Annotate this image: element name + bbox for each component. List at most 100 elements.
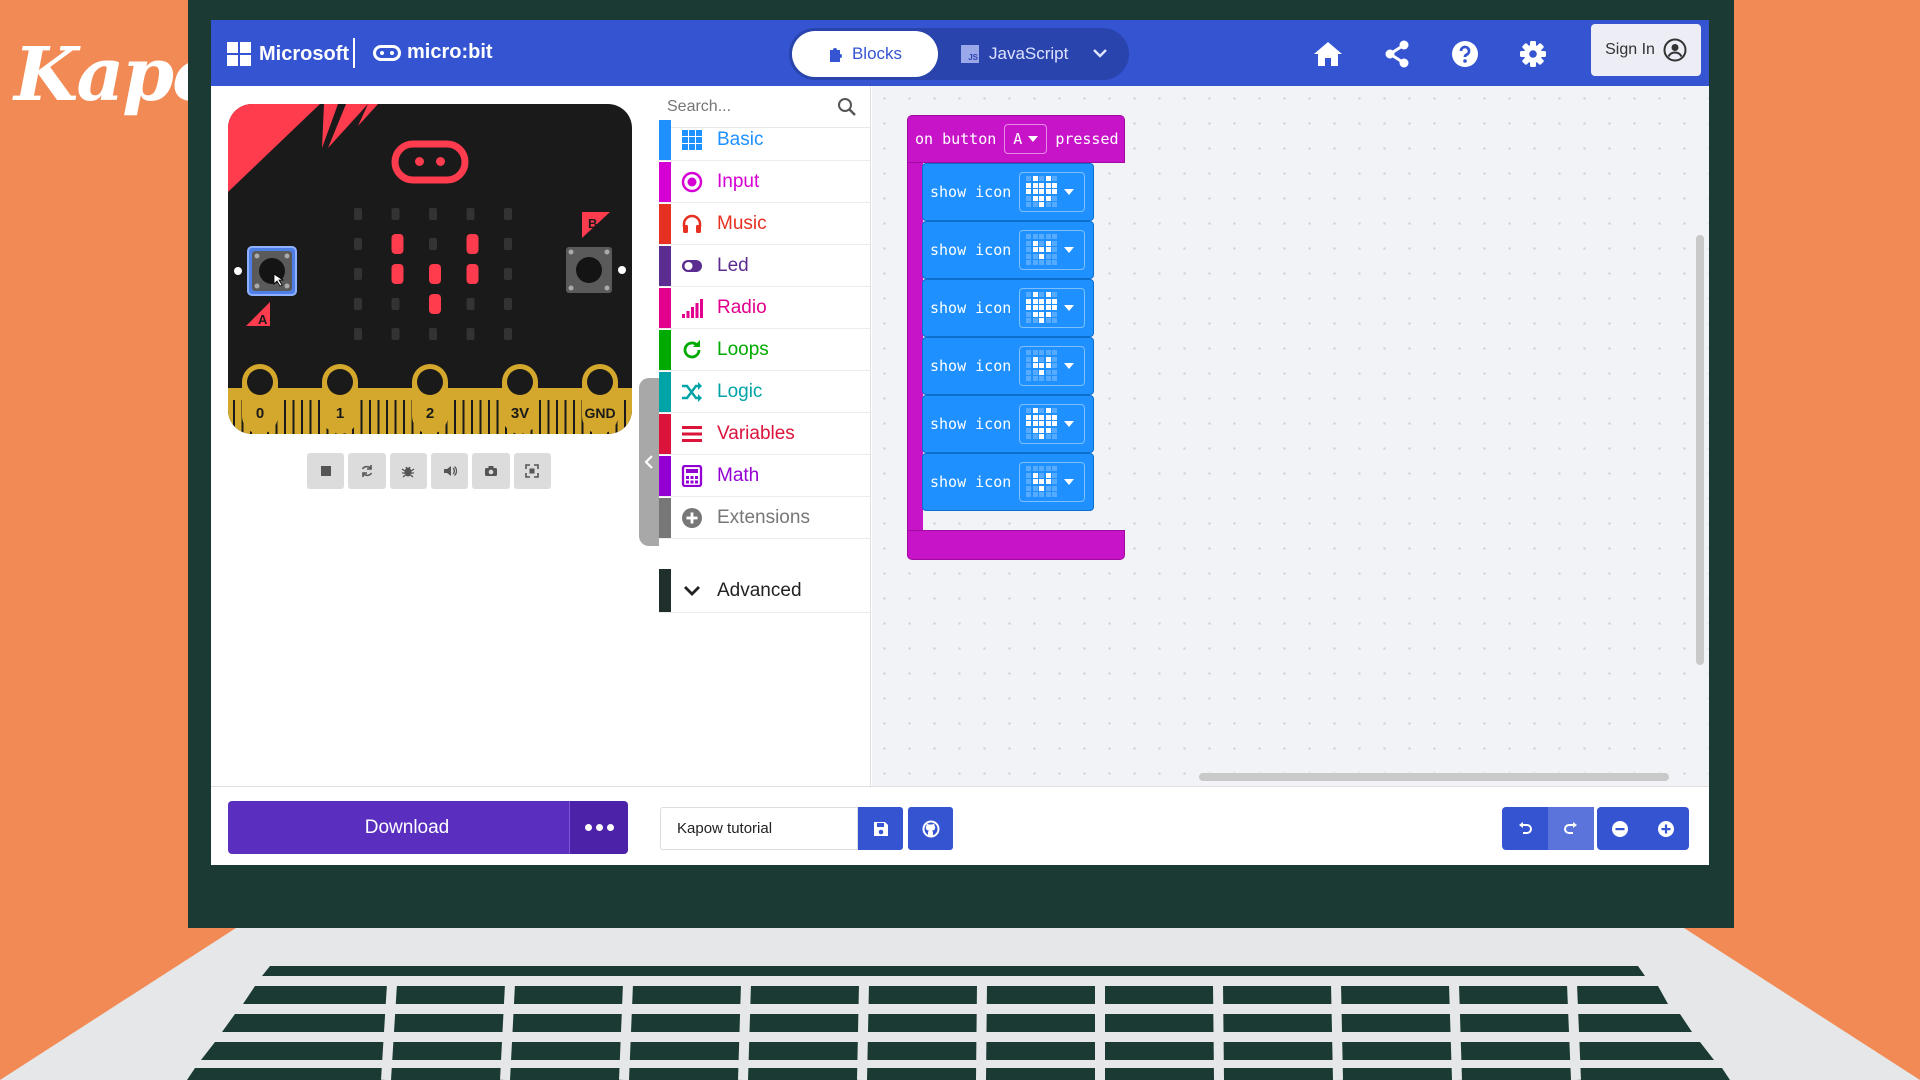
stop-icon — [320, 466, 331, 476]
category-music[interactable]: Music — [659, 204, 870, 245]
pin-3v[interactable]: 3V — [502, 364, 538, 434]
led-off — [391, 328, 400, 340]
dropdown-caret-icon — [1064, 305, 1075, 311]
show-icon-block[interactable]: show icon — [922, 279, 1094, 337]
pin-label: 3V — [511, 405, 529, 422]
icon-picker-dropdown[interactable] — [1019, 462, 1086, 502]
calculator-icon — [681, 465, 703, 487]
heart-large-icon — [1026, 408, 1058, 440]
category-math[interactable]: Math — [659, 456, 870, 497]
show-icon-block[interactable]: show icon — [922, 395, 1094, 453]
advanced-category[interactable]: Advanced — [659, 569, 870, 613]
pin-gnd[interactable]: GND — [582, 364, 618, 434]
event-block-footer — [907, 530, 1125, 560]
category-basic[interactable]: Basic — [659, 120, 870, 161]
laptop-keyboard-deck — [0, 928, 1920, 1080]
fullscreen-button[interactable] — [513, 453, 551, 489]
debug-button[interactable] — [389, 453, 427, 489]
pin-2[interactable]: 2 — [412, 364, 448, 434]
javascript-mode-label: JavaScript — [989, 44, 1069, 63]
category-color-bar — [659, 330, 671, 370]
show-icon-label: show icon — [930, 473, 1012, 491]
button-a[interactable] — [247, 246, 297, 296]
blocks-mode-label: Blocks — [851, 44, 903, 63]
show-icon-block[interactable]: show icon — [922, 163, 1094, 221]
show-icon-label: show icon — [930, 299, 1012, 317]
workspace-horizontal-scrollbar[interactable] — [1199, 773, 1669, 781]
show-icon-label: show icon — [930, 415, 1012, 433]
save-disk-icon — [873, 821, 888, 836]
show-icon-block[interactable]: show icon — [922, 453, 1094, 511]
category-color-bar — [659, 414, 671, 454]
led-off — [504, 208, 512, 220]
undo-icon — [1519, 821, 1532, 834]
blocks-mode-button[interactable]: Blocks — [792, 31, 938, 77]
icon-picker-dropdown[interactable] — [1019, 404, 1086, 444]
list-icon — [681, 423, 703, 445]
dropdown-caret-icon — [1064, 421, 1075, 427]
search-input[interactable] — [667, 94, 827, 120]
share-icon[interactable] — [1381, 38, 1413, 70]
save-button[interactable] — [858, 807, 903, 850]
show-icon-label: show icon — [930, 357, 1012, 375]
heart-large-icon — [1026, 176, 1058, 208]
category-radio[interactable]: Radio — [659, 288, 870, 329]
category-variables[interactable]: Variables — [659, 414, 870, 455]
led-on — [391, 264, 404, 284]
category-logic[interactable]: Logic — [659, 372, 870, 413]
settings-gear-icon[interactable] — [1517, 38, 1549, 70]
fullscreen-icon — [525, 464, 540, 478]
pin-1[interactable]: 1 — [322, 364, 358, 434]
restart-button[interactable] — [348, 453, 386, 489]
category-color-bar — [659, 498, 671, 538]
zoom-controls — [1597, 807, 1689, 850]
icon-picker-dropdown[interactable] — [1019, 230, 1086, 270]
collapse-simulator-button[interactable] — [639, 378, 659, 546]
icon-picker-dropdown[interactable] — [1019, 346, 1086, 386]
show-icon-block[interactable]: show icon — [922, 221, 1094, 279]
github-button[interactable] — [908, 807, 953, 850]
microbit-board: A B 0 1 2 3V GND — [228, 104, 632, 434]
search-icon[interactable] — [837, 97, 857, 117]
stop-button[interactable] — [307, 453, 345, 489]
project-name-input[interactable] — [660, 807, 858, 850]
heart-small-icon — [1026, 466, 1058, 498]
category-input[interactable]: Input — [659, 162, 870, 203]
category-label: Input — [717, 171, 760, 192]
sign-in-button[interactable]: Sign In — [1591, 24, 1701, 76]
history-controls — [1502, 807, 1594, 850]
zoom-out-button[interactable] — [1597, 807, 1643, 850]
mute-button[interactable] — [430, 453, 469, 489]
download-options-button[interactable] — [569, 801, 628, 854]
chevron-down-icon[interactable] — [1089, 42, 1111, 64]
workspace-vertical-scrollbar[interactable] — [1696, 235, 1704, 665]
button-select-dropdown[interactable]: A — [1004, 124, 1048, 154]
led-off — [504, 268, 512, 280]
simulator-toolbar — [307, 453, 551, 489]
redo-button[interactable] — [1548, 807, 1594, 850]
show-icon-block[interactable]: show icon — [922, 337, 1094, 395]
category-loops[interactable]: Loops — [659, 330, 870, 371]
download-button[interactable]: Download — [228, 801, 586, 854]
chevron-down-icon — [684, 585, 700, 596]
microsoft-logo[interactable]: Microsoft — [227, 42, 349, 66]
category-extensions[interactable]: Extensions — [659, 498, 870, 539]
top-bar: Microsoft micro:bit Blocks JS JavaScript — [211, 20, 1709, 86]
category-led[interactable]: Led — [659, 246, 870, 287]
screenshot-button[interactable] — [472, 453, 510, 489]
button-b[interactable] — [566, 247, 612, 293]
javascript-mode-button[interactable]: JS JavaScript — [949, 31, 1079, 77]
home-icon[interactable] — [1312, 38, 1344, 70]
undo-button[interactable] — [1502, 807, 1548, 850]
zoom-in-button[interactable] — [1643, 807, 1689, 850]
led-on — [466, 234, 479, 254]
more-dots-icon — [584, 824, 592, 831]
microbit-logo-icon — [373, 44, 401, 61]
pin-0[interactable]: 0 — [242, 364, 278, 434]
icon-picker-dropdown[interactable] — [1019, 288, 1086, 328]
icon-picker-dropdown[interactable] — [1019, 172, 1086, 212]
microbit-touch-logo[interactable] — [391, 140, 469, 184]
help-icon[interactable] — [1449, 38, 1481, 70]
on-button-pressed-block[interactable]: on button A pressed — [907, 115, 1125, 163]
microbit-logo[interactable]: micro:bit — [373, 41, 493, 64]
